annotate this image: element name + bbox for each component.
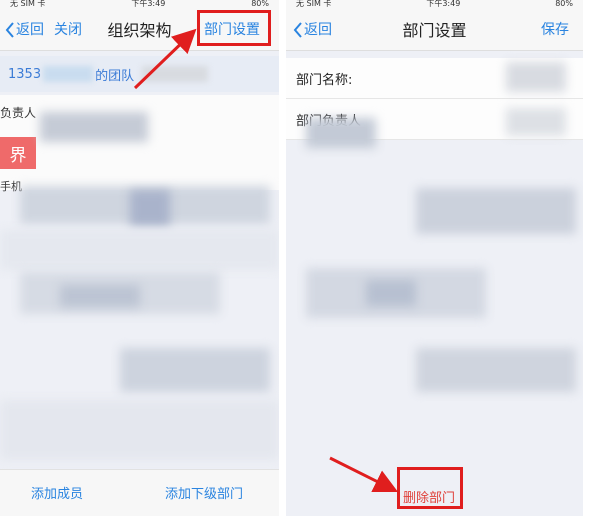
avatar-char: 界 [9, 145, 27, 166]
team-breadcrumb[interactable]: 1353 的团队 [0, 56, 279, 92]
battery-text: 80% [555, 0, 573, 8]
dept-name-label: 部门名称: [296, 72, 353, 88]
time-text: 下午3:49 [426, 0, 461, 8]
close-button[interactable]: 关闭 [54, 19, 82, 39]
team-suffix: 的团队 [95, 68, 135, 84]
back-label: 返回 [304, 22, 332, 38]
battery-text: 80% [251, 0, 269, 8]
mosaic-blur [130, 190, 170, 226]
mosaic-blur [0, 400, 279, 460]
mosaic-blur [120, 348, 270, 392]
avatar: 界 [0, 137, 36, 169]
back-button[interactable]: 返回 [4, 19, 44, 39]
left-phone-screen: 无 SIM 卡 下午3:49 80% 组织架构 返回 关闭 部门设置 1353 … [0, 0, 279, 516]
right-phone-screen: 无 SIM 卡 下午3:49 80% 部门设置 返回 保存 部门名称: 部门负责… [286, 0, 583, 516]
mosaic-blur [142, 66, 209, 82]
phone-label: 手机 [0, 180, 22, 193]
add-member-button[interactable]: 添加成员 [31, 483, 83, 502]
mosaic-blur [306, 118, 376, 148]
status-bar: 无 SIM 卡 下午3:49 80% [0, 0, 279, 8]
mosaic-blur [0, 230, 279, 270]
mosaic-blur [60, 285, 140, 307]
mosaic-blur [366, 280, 416, 306]
chevron-left-icon [5, 22, 14, 38]
mosaic-blur [506, 108, 566, 136]
add-sub-dept-button[interactable]: 添加下级部门 [165, 483, 243, 502]
member-panel [0, 95, 279, 190]
mosaic-blur [43, 66, 94, 82]
mosaic-blur [416, 188, 576, 234]
back-label: 返回 [16, 22, 44, 38]
mosaic-blur [40, 112, 148, 142]
time-text: 下午3:49 [131, 0, 166, 8]
save-button[interactable]: 保存 [541, 19, 569, 39]
leader-label: 负责人 [0, 106, 37, 120]
carrier-text: 无 SIM 卡 [10, 0, 46, 8]
carrier-text: 无 SIM 卡 [296, 0, 332, 8]
mosaic-blur [416, 348, 576, 392]
bottom-toolbar: 添加成员 添加下级部门 [0, 469, 279, 516]
team-prefix: 1353 [8, 66, 42, 82]
status-bar: 无 SIM 卡 下午3:49 80% [286, 0, 583, 8]
back-button[interactable]: 返回 [292, 19, 332, 39]
chevron-left-icon [293, 22, 302, 38]
settings-highlight-box [197, 10, 271, 46]
delete-highlight-box [397, 467, 463, 509]
mosaic-blur [506, 62, 566, 92]
nav-bar: 部门设置 返回 保存 [286, 8, 583, 51]
